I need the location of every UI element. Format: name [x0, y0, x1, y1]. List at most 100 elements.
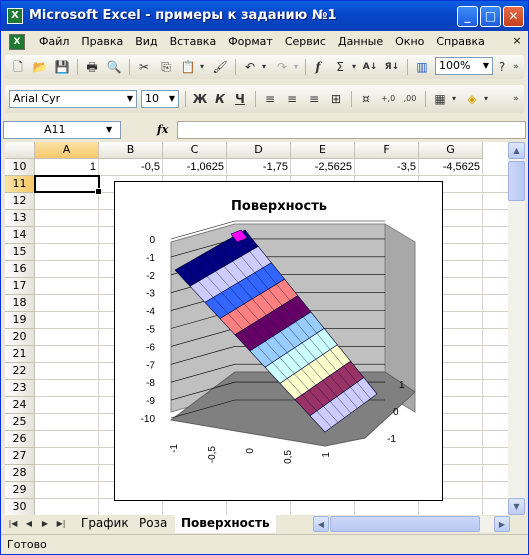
fx-icon[interactable]: fx	[157, 121, 177, 139]
cell-e10[interactable]: -2,5625	[291, 159, 354, 176]
row-header-28[interactable]: 28	[5, 465, 35, 482]
menu-item-3[interactable]: Вставка	[164, 31, 223, 53]
menu-item-8[interactable]: Справка	[430, 31, 490, 53]
scroll-thumb[interactable]	[508, 161, 525, 201]
last-sheet-icon[interactable]: ▶|	[55, 517, 67, 531]
print-icon[interactable]: 🖶	[83, 58, 101, 76]
open-icon[interactable]: 📂	[31, 58, 49, 76]
horizontal-scrollbar[interactable]: ◀ ▶	[313, 516, 510, 532]
undo-icon[interactable]: ↶	[241, 58, 259, 76]
cell-a10[interactable]: 1	[35, 159, 98, 176]
maximize-button[interactable]: □	[480, 6, 501, 27]
help-icon[interactable]: ?	[497, 58, 507, 76]
next-sheet-icon[interactable]: ▶	[39, 517, 51, 531]
redo-dropdown-icon[interactable]: ▾	[291, 58, 301, 76]
row-header-24[interactable]: 24	[5, 397, 35, 414]
fill-handle[interactable]	[95, 188, 102, 195]
currency-icon[interactable]: ¤	[357, 90, 375, 108]
fill-color-dropdown-icon[interactable]: ▾	[481, 90, 491, 108]
row-header-17[interactable]: 17	[5, 278, 35, 295]
sheet-tab-roza[interactable]: Роза	[133, 515, 173, 532]
column-header-d[interactable]: D	[227, 142, 291, 159]
autosum-dropdown-icon[interactable]: ▾	[349, 58, 359, 76]
first-sheet-icon[interactable]: |◀	[7, 517, 19, 531]
menu-item-4[interactable]: Формат	[222, 31, 279, 53]
insert-function-icon[interactable]: f	[309, 58, 327, 76]
toolbar-options-icon[interactable]: »	[511, 58, 521, 76]
row-header-11[interactable]: 11	[5, 176, 35, 193]
zoom-select[interactable]: 100% ▼	[435, 57, 493, 75]
borders-dropdown-icon[interactable]: ▾	[449, 90, 459, 108]
row-header-12[interactable]: 12	[5, 193, 35, 210]
print-preview-icon[interactable]: 🔍	[105, 58, 123, 76]
scroll-up-button[interactable]: ▲	[508, 142, 525, 159]
sheet-tab-surface[interactable]: Поверхность	[175, 515, 276, 533]
cell-d10[interactable]: -1,75	[227, 159, 290, 176]
row-header-27[interactable]: 27	[5, 448, 35, 465]
column-header-b[interactable]: B	[99, 142, 163, 159]
workbook-icon[interactable]: X	[9, 34, 25, 50]
menu-item-6[interactable]: Данные	[332, 31, 389, 53]
row-header-18[interactable]: 18	[5, 295, 35, 312]
column-header-c[interactable]: C	[163, 142, 227, 159]
increase-decimal-icon[interactable]: +,0	[379, 90, 397, 108]
scroll-right-button[interactable]: ▶	[494, 516, 510, 532]
surface-chart[interactable]: Поверхность 0 -1 -2 -3 -4 -5 -6 -7 -8 -9 -10 -1 -0,5 0…	[114, 181, 443, 501]
toolbar-options-icon-2[interactable]: »	[511, 90, 521, 108]
align-center-icon[interactable]: ≡	[283, 90, 301, 108]
fill-color-icon[interactable]: ◈	[463, 90, 481, 108]
row-header-15[interactable]: 15	[5, 244, 35, 261]
sort-ascending-icon[interactable]: A↓	[361, 58, 379, 76]
align-right-icon[interactable]: ≡	[305, 90, 323, 108]
cell-b10[interactable]: -0,5	[99, 159, 162, 176]
autosum-icon[interactable]: Σ	[331, 58, 349, 76]
row-header-13[interactable]: 13	[5, 210, 35, 227]
vertical-scrollbar[interactable]: ▲ ▼	[508, 142, 525, 515]
cell-g10[interactable]: -4,5625	[419, 159, 482, 176]
row-header-21[interactable]: 21	[5, 346, 35, 363]
prev-sheet-icon[interactable]: ◀	[23, 517, 35, 531]
undo-dropdown-icon[interactable]: ▾	[259, 58, 269, 76]
underline-button[interactable]: Ч	[231, 90, 249, 108]
menu-item-7[interactable]: Окно	[389, 31, 430, 53]
row-header-25[interactable]: 25	[5, 414, 35, 431]
column-header-f[interactable]: F	[355, 142, 419, 159]
row-header-14[interactable]: 14	[5, 227, 35, 244]
cell-f10[interactable]: -3,5	[355, 159, 418, 176]
row-header-26[interactable]: 26	[5, 431, 35, 448]
borders-icon[interactable]: ▦	[431, 90, 449, 108]
align-left-icon[interactable]: ≡	[261, 90, 279, 108]
italic-button[interactable]: К	[211, 90, 229, 108]
bold-button[interactable]: Ж	[191, 90, 209, 108]
column-header-a[interactable]: A	[35, 142, 99, 159]
sheet-tab-grafik[interactable]: График	[75, 515, 135, 532]
cut-icon[interactable]: ✂	[135, 58, 153, 76]
scroll-down-button[interactable]: ▼	[508, 498, 525, 515]
redo-icon[interactable]: ↷	[273, 58, 291, 76]
row-header-10[interactable]: 10	[5, 159, 35, 176]
close-document-button[interactable]: ×	[511, 33, 523, 49]
format-painter-icon[interactable]: 🖌	[211, 58, 229, 76]
menu-item-5[interactable]: Сервис	[279, 31, 332, 53]
menu-item-1[interactable]: Правка	[75, 31, 129, 53]
copy-icon[interactable]: ⎘	[157, 58, 175, 76]
paste-dropdown-icon[interactable]: ▾	[197, 58, 207, 76]
menu-item-2[interactable]: Вид	[129, 31, 163, 53]
column-header-e[interactable]: E	[291, 142, 355, 159]
font-name-select[interactable]: Arial Cyr ▼	[9, 90, 137, 108]
name-box[interactable]: A11 ▼	[3, 121, 121, 139]
sort-descending-icon[interactable]: Я↓	[383, 58, 401, 76]
chart-wizard-icon[interactable]: ▥	[413, 58, 431, 76]
minimize-button[interactable]: _	[457, 6, 478, 27]
row-header-29[interactable]: 29	[5, 482, 35, 499]
save-icon[interactable]: 💾	[53, 58, 71, 76]
row-header-23[interactable]: 23	[5, 380, 35, 397]
row-header-22[interactable]: 22	[5, 363, 35, 380]
row-header-20[interactable]: 20	[5, 329, 35, 346]
row-header-30[interactable]: 30	[5, 499, 35, 515]
font-size-select[interactable]: 10 ▼	[141, 90, 179, 108]
excel-app-icon[interactable]: X	[7, 8, 23, 24]
formula-input[interactable]	[177, 121, 526, 139]
hscroll-thumb[interactable]	[330, 516, 480, 532]
row-header-19[interactable]: 19	[5, 312, 35, 329]
